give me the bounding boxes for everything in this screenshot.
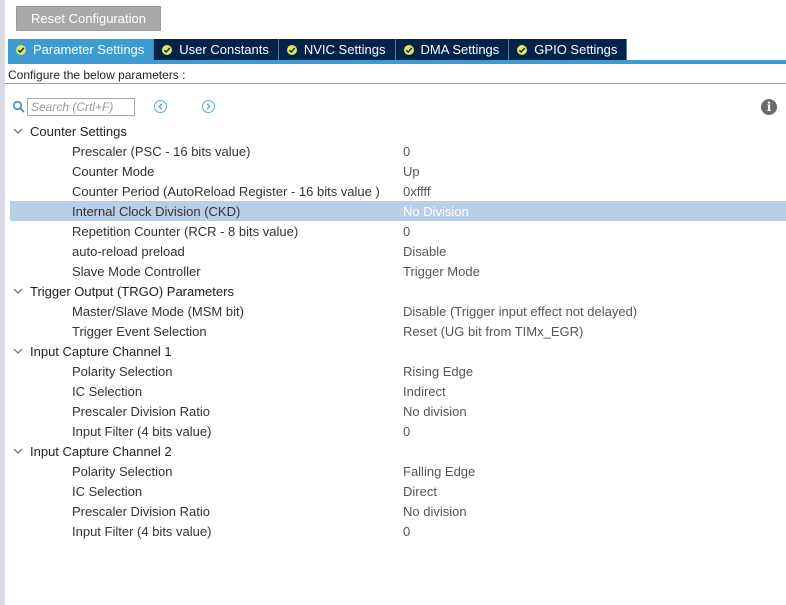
tab-bar: Parameter Settings User Constants NVIC S… [8, 39, 786, 60]
param-value[interactable]: No division [403, 504, 467, 519]
param-label: IC Selection [72, 383, 143, 399]
param-label: Prescaler (PSC - 16 bits value) [72, 143, 251, 159]
param-value[interactable]: 0xffff [403, 184, 430, 199]
parameter-tree: Counter Settings Prescaler (PSC - 16 bit… [10, 121, 786, 541]
tab-label: DMA Settings [420, 42, 500, 57]
param-row[interactable]: IC Selection Indirect [10, 381, 786, 401]
param-row[interactable]: Prescaler Division Ratio No division [10, 401, 786, 421]
param-row[interactable]: Counter Period (AutoReload Register - 16… [10, 181, 786, 201]
param-label: Input Filter (4 bits value) [72, 523, 212, 539]
param-row-selected[interactable]: Internal Clock Division (CKD) No Divisio… [10, 201, 786, 221]
param-value[interactable]: 0 [403, 524, 410, 539]
param-value[interactable]: No Division [403, 204, 469, 219]
param-row[interactable]: Slave Mode Controller Trigger Mode [10, 261, 786, 281]
info-icon[interactable]: i [761, 99, 777, 115]
param-row[interactable]: Master/Slave Mode (MSM bit) Disable (Tri… [10, 301, 786, 321]
next-match-button[interactable] [202, 100, 215, 113]
search-row [12, 97, 135, 117]
param-value[interactable]: No division [403, 404, 467, 419]
param-value[interactable]: Direct [403, 484, 437, 499]
tab-label: GPIO Settings [534, 42, 618, 57]
tab-user-constants[interactable]: User Constants [154, 39, 279, 60]
tab-gpio-settings[interactable]: GPIO Settings [509, 39, 628, 60]
param-label: Master/Slave Mode (MSM bit) [72, 303, 244, 319]
param-label: Slave Mode Controller [72, 263, 201, 279]
tab-nvic-settings[interactable]: NVIC Settings [278, 39, 396, 60]
param-label: Trigger Event Selection [72, 323, 207, 339]
param-row[interactable]: auto-reload preload Disable [10, 241, 786, 261]
tab-label: NVIC Settings [303, 42, 386, 57]
tab-label: User Constants [179, 42, 269, 57]
param-label: Polarity Selection [72, 363, 173, 379]
left-panel-edge [0, 0, 5, 605]
param-row[interactable]: Input Filter (4 bits value) 0 [10, 521, 786, 541]
arrow-left-circle-icon [158, 103, 163, 110]
tab-parameter-settings[interactable]: Parameter Settings [8, 39, 155, 60]
param-row[interactable]: Polarity Selection Falling Edge [10, 461, 786, 481]
check-circle-icon [403, 44, 414, 55]
param-value[interactable]: 0 [403, 144, 410, 159]
param-value[interactable]: Disable (Trigger input effect not delaye… [403, 304, 637, 319]
group-input-capture-channel-1[interactable]: Input Capture Channel 1 [10, 341, 786, 361]
check-circle-icon [162, 44, 173, 55]
param-label: Internal Clock Division (CKD) [72, 203, 241, 219]
configure-instructions: Configure the below parameters : [5, 64, 786, 84]
param-label: Prescaler Division Ratio [72, 403, 210, 419]
param-value[interactable]: Indirect [403, 384, 446, 399]
group-counter-settings[interactable]: Counter Settings [10, 121, 786, 141]
group-input-capture-channel-2[interactable]: Input Capture Channel 2 [10, 441, 786, 461]
check-circle-icon [517, 44, 528, 55]
param-value[interactable]: Rising Edge [403, 364, 473, 379]
check-circle-icon [286, 44, 297, 55]
param-value[interactable]: Falling Edge [403, 464, 475, 479]
group-label: Counter Settings [30, 123, 127, 139]
param-label: auto-reload preload [72, 243, 185, 259]
chevron-down-icon[interactable] [13, 127, 23, 135]
tab-dma-settings[interactable]: DMA Settings [395, 39, 510, 60]
param-label: Prescaler Division Ratio [72, 503, 210, 519]
param-value[interactable]: 0 [403, 424, 410, 439]
chevron-down-icon[interactable] [13, 287, 23, 295]
param-label: IC Selection [72, 483, 143, 499]
arrow-right-circle-icon [206, 103, 211, 110]
param-row[interactable]: Polarity Selection Rising Edge [10, 361, 786, 381]
param-label: Polarity Selection [72, 463, 173, 479]
search-icon [12, 100, 25, 113]
param-row[interactable]: Trigger Event Selection Reset (UG bit fr… [10, 321, 786, 341]
param-row[interactable]: Input Filter (4 bits value) 0 [10, 421, 786, 441]
group-label: Input Capture Channel 1 [30, 343, 172, 359]
param-value[interactable]: 0 [403, 224, 410, 239]
chevron-down-icon[interactable] [13, 447, 23, 455]
group-label: Trigger Output (TRGO) Parameters [30, 283, 234, 299]
param-label: Counter Period (AutoReload Register - 16… [72, 183, 380, 199]
search-input[interactable] [27, 98, 135, 116]
param-label: Input Filter (4 bits value) [72, 423, 212, 439]
param-label: Counter Mode [72, 163, 155, 179]
chevron-down-icon[interactable] [13, 347, 23, 355]
previous-match-button[interactable] [154, 100, 167, 113]
group-trigger-output[interactable]: Trigger Output (TRGO) Parameters [10, 281, 786, 301]
param-value[interactable]: Trigger Mode [403, 264, 480, 279]
param-value[interactable]: Up [403, 164, 420, 179]
param-value[interactable]: Reset (UG bit from TIMx_EGR) [403, 324, 583, 339]
param-row[interactable]: Prescaler Division Ratio No division [10, 501, 786, 521]
reset-configuration-button[interactable]: Reset Configuration [16, 6, 161, 31]
param-row[interactable]: Counter Mode Up [10, 161, 786, 181]
param-value[interactable]: Disable [403, 244, 446, 259]
group-label: Input Capture Channel 2 [30, 443, 172, 459]
check-circle-icon [16, 44, 26, 55]
param-row[interactable]: Prescaler (PSC - 16 bits value) 0 [10, 141, 786, 161]
param-row[interactable]: Repetition Counter (RCR - 8 bits value) … [10, 221, 786, 241]
tab-label: Parameter Settings [33, 42, 145, 57]
param-label: Repetition Counter (RCR - 8 bits value) [72, 223, 299, 239]
param-row[interactable]: IC Selection Direct [10, 481, 786, 501]
